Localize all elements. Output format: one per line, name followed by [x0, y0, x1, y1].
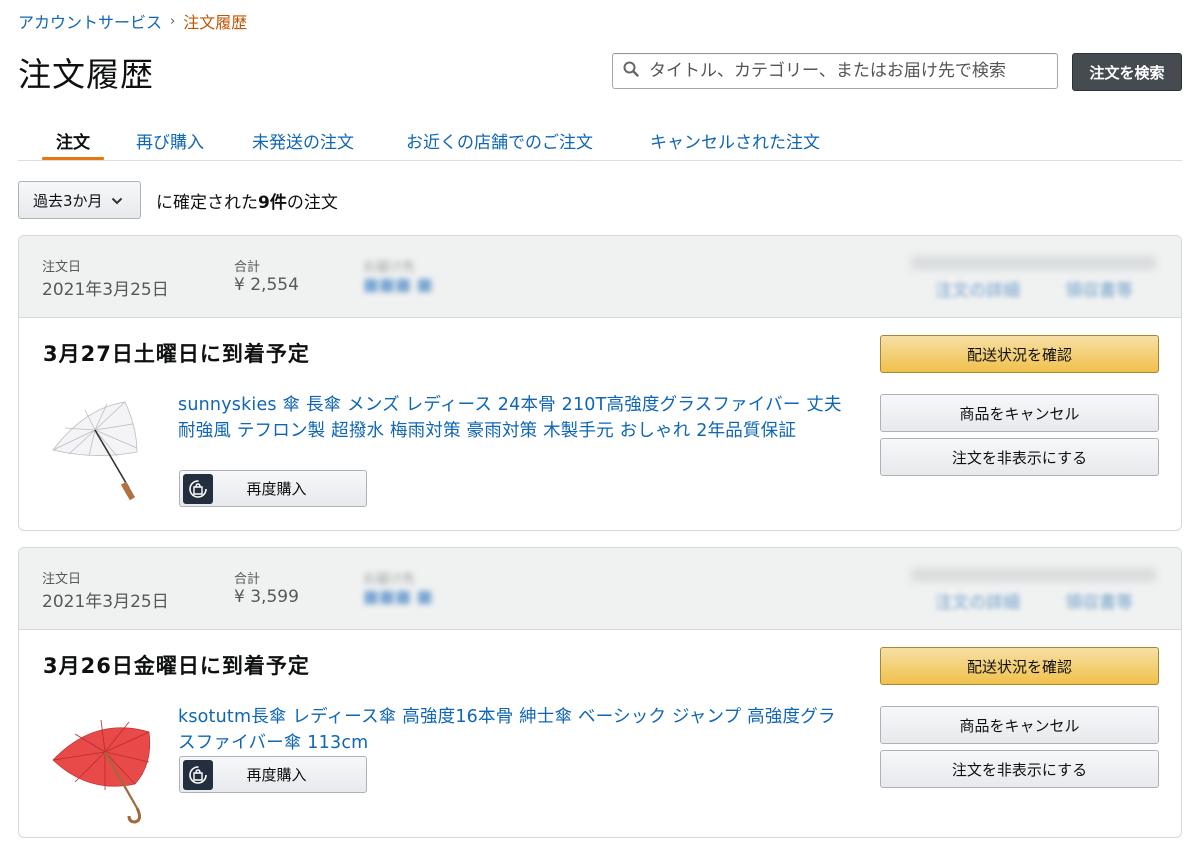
order-number-redacted	[911, 256, 1156, 270]
summary-suffix: の注文	[286, 193, 338, 213]
page-title: 注文履歴	[18, 55, 154, 94]
track-package-button[interactable]: 配送状況を確認	[880, 335, 1159, 373]
breadcrumb-separator-icon: ›	[170, 13, 176, 29]
buy-again-icon	[183, 759, 213, 790]
order-total: ¥ 3,599	[234, 587, 299, 607]
ship-to-label: お届け先	[363, 572, 416, 587]
hide-order-button[interactable]: 注文を非表示にする	[880, 750, 1159, 788]
search-orders-button[interactable]: 注文を検索	[1072, 53, 1182, 91]
summary-count: 9件	[258, 193, 287, 213]
order-card: 注文日 2021年3月25日 合計 ¥ 3,599 お届け先 ■■■ ■ 注文の…	[18, 547, 1182, 838]
buy-again-button[interactable]: 再度購入	[179, 470, 367, 507]
product-title-link[interactable]: sunnyskies 傘 長傘 メンズ レディース 24本骨 210T高強度グラ…	[178, 392, 848, 444]
tab-buy-again[interactable]: 再び購入	[136, 128, 204, 153]
receipt-link[interactable]: 領収書等	[1065, 588, 1133, 613]
order-details-link[interactable]: 注文の詳細	[935, 276, 1020, 301]
track-package-button[interactable]: 配送状況を確認	[880, 647, 1159, 685]
order-date: 2021年3月25日	[42, 592, 169, 612]
ship-to-name[interactable]: ■■■ ■	[363, 587, 433, 607]
hide-order-button[interactable]: 注文を非表示にする	[880, 438, 1159, 476]
order-total-label: 合計	[234, 572, 261, 587]
cancel-item-button[interactable]: 商品をキャンセル	[880, 706, 1159, 744]
cancel-item-button[interactable]: 商品をキャンセル	[880, 394, 1159, 432]
order-date-label: 注文日	[42, 572, 82, 587]
tab-local-store[interactable]: お近くの店舗でのご注文	[406, 128, 593, 153]
buy-again-button[interactable]: 再度購入	[179, 756, 367, 793]
breadcrumb-current: 注文履歴	[183, 13, 248, 32]
order-date-label: 注文日	[42, 260, 82, 275]
tab-cancelled[interactable]: キャンセルされた注文	[650, 128, 820, 153]
active-tab-indicator	[42, 157, 104, 160]
delivery-status: 3月27日土曜日に到着予定	[43, 342, 310, 366]
order-body: 3月26日金曜日に到着予定 ksotutm長傘 レディース傘 高強度16本骨 紳…	[19, 630, 1181, 837]
buy-again-label: 再度購入	[246, 766, 307, 784]
product-image-red-umbrella[interactable]	[45, 708, 165, 828]
product-title-link[interactable]: ksotutm長傘 レディース傘 高強度16本骨 紳士傘 ベーシック ジャンプ …	[178, 704, 848, 756]
order-date: 2021年3月25日	[42, 280, 169, 300]
summary-prefix: に確定された	[156, 193, 258, 213]
breadcrumb-account-services-link[interactable]: アカウントサービス	[18, 9, 162, 33]
time-filter-value: 過去3か月	[33, 191, 103, 210]
breadcrumb: アカウントサービス › 注文履歴	[18, 9, 247, 33]
order-body: 3月27日土曜日に到着予定 sunnyskies 傘 長傘 メンズ レディース …	[19, 318, 1181, 529]
tab-orders[interactable]: 注文	[56, 128, 90, 153]
order-total: ¥ 2,554	[234, 275, 299, 295]
order-number-redacted	[911, 568, 1156, 582]
search-box[interactable]	[612, 53, 1058, 89]
ship-to-label: お届け先	[363, 260, 416, 275]
receipt-link[interactable]: 領収書等	[1065, 276, 1133, 301]
order-card: 注文日 2021年3月25日 合計 ¥ 2,554 お届け先 ■■■ ■ 注文の…	[18, 235, 1182, 531]
time-filter-dropdown[interactable]: 過去3か月	[18, 181, 141, 219]
order-header: 注文日 2021年3月25日 合計 ¥ 2,554 お届け先 ■■■ ■ 注文の…	[19, 236, 1181, 318]
buy-again-icon	[183, 473, 213, 504]
buy-again-label: 再度購入	[246, 480, 307, 498]
search-input[interactable]	[647, 60, 1041, 82]
search-icon	[623, 61, 639, 81]
order-count-summary: に確定された9件の注文	[156, 188, 338, 213]
order-header: 注文日 2021年3月25日 合計 ¥ 3,599 お届け先 ■■■ ■ 注文の…	[19, 548, 1181, 630]
order-tabs: 注文 再び購入 未発送の注文 お近くの店舗でのご注文 キャンセルされた注文	[18, 120, 1182, 161]
ship-to-name[interactable]: ■■■ ■	[363, 275, 433, 295]
product-image-white-umbrella[interactable]	[45, 390, 165, 510]
order-details-link[interactable]: 注文の詳細	[935, 588, 1020, 613]
chevron-down-icon	[111, 191, 123, 209]
order-total-label: 合計	[234, 260, 261, 275]
delivery-status: 3月26日金曜日に到着予定	[43, 654, 310, 678]
tab-not-shipped[interactable]: 未発送の注文	[252, 128, 354, 153]
